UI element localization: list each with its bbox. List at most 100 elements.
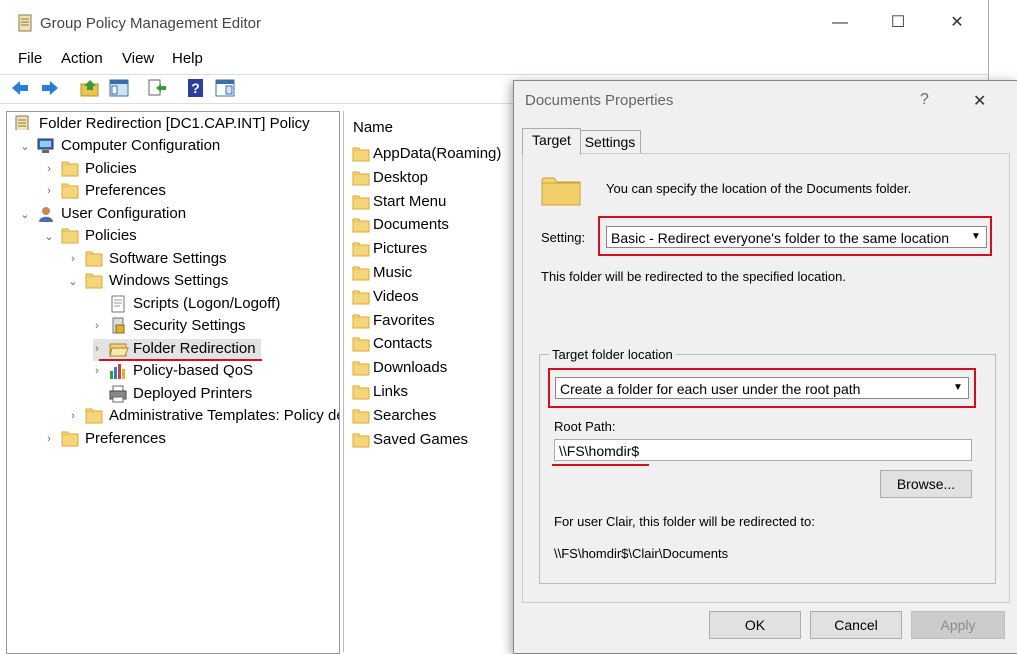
target-tab-panel: You can specify the location of the Docu… xyxy=(522,153,1010,603)
list-item-label: Contacts xyxy=(373,335,433,353)
folder-icon xyxy=(61,431,79,446)
close-button[interactable]: ✕ xyxy=(942,10,972,36)
tree-item-label: Computer Configuration xyxy=(61,137,221,154)
folder-icon xyxy=(352,266,370,281)
chevron-down-icon: ▼ xyxy=(971,231,981,242)
cancel-button[interactable]: Cancel xyxy=(810,611,902,639)
folder-icon xyxy=(352,218,370,233)
group-title: Target folder location xyxy=(549,347,676,362)
computer-icon xyxy=(37,138,54,153)
menu-view[interactable]: View xyxy=(122,50,154,67)
list-item-label: Saved Games xyxy=(373,430,469,448)
expand-chevron-icon[interactable]: › xyxy=(67,410,79,422)
folder-icon xyxy=(352,337,370,352)
tree-item-label: Policy-based QoS xyxy=(133,362,254,379)
folder-icon xyxy=(85,273,103,289)
list-item-label: Searches xyxy=(373,406,437,424)
tree-item-label: Administrative Templates: Policy de xyxy=(109,407,340,424)
folder-icon xyxy=(352,409,370,424)
console-tree: Folder Redirection [DC1.CAP.INT] Policy … xyxy=(6,111,340,654)
redirect-note: This folder will be redirected to the sp… xyxy=(541,269,846,284)
app-icon xyxy=(18,14,32,32)
details-pane: Name AppData(Roaming) Desktop Start Menu Do… xyxy=(343,111,514,652)
tree-item-folder-redirection[interactable]: › Folder Redirection xyxy=(91,338,261,361)
expand-chevron-icon[interactable]: › xyxy=(43,185,55,197)
documents-properties-dialog: Documents Properties ? ✕ Target Settings… xyxy=(513,80,1017,654)
folder-icon xyxy=(352,314,370,329)
forward-arrow-icon[interactable] xyxy=(40,78,60,98)
target-location-value: Create a folder for each user under the … xyxy=(560,381,861,397)
documents-folder-icon xyxy=(541,177,581,206)
setting-value: Basic - Redirect everyone's folder to th… xyxy=(611,230,950,246)
tab-target[interactable]: Target xyxy=(522,128,581,155)
collapse-chevron-icon[interactable]: ⌄ xyxy=(19,208,31,221)
folder-icon xyxy=(61,183,79,199)
svg-text:?: ? xyxy=(191,80,200,96)
folder-redirection-highlight xyxy=(99,359,262,361)
expand-chevron-icon[interactable]: › xyxy=(91,320,103,332)
list-item-label: Links xyxy=(373,383,409,400)
expand-chevron-icon[interactable]: › xyxy=(43,433,55,445)
browse-button[interactable]: Browse... xyxy=(880,470,972,498)
export-list-icon[interactable] xyxy=(147,78,167,98)
menu-help[interactable]: Help xyxy=(172,50,203,67)
expand-chevron-icon[interactable]: › xyxy=(91,343,103,355)
tree-item-label: Preferences xyxy=(85,182,166,199)
collapse-chevron-icon[interactable]: ⌄ xyxy=(43,230,55,243)
list-item-label: Favorites xyxy=(373,311,435,329)
menu-action[interactable]: Action xyxy=(61,50,103,67)
printer-icon xyxy=(109,385,127,402)
script-icon xyxy=(111,295,125,312)
window-title: Group Policy Management Editor xyxy=(40,15,261,32)
root-path-label: Root Path: xyxy=(554,419,616,434)
show-hide-tree-icon[interactable] xyxy=(109,78,129,98)
tree-item-label: Deployed Printers xyxy=(133,384,253,402)
tree-root-label: Folder Redirection [DC1.CAP.INT] Policy xyxy=(39,115,310,132)
tree-item-label: Software Settings xyxy=(109,249,227,267)
ok-button[interactable]: OK xyxy=(709,611,801,639)
tree-item-label: Windows Settings xyxy=(109,272,229,289)
tree-item-label: Folder Redirection xyxy=(133,339,256,357)
menu-file[interactable]: File xyxy=(18,50,42,67)
apply-button[interactable]: Apply xyxy=(911,611,1005,639)
help-icon[interactable]: ? xyxy=(186,78,206,98)
maximize-button[interactable]: ☐ xyxy=(883,10,913,36)
expand-chevron-icon[interactable]: › xyxy=(91,365,103,377)
column-header-name[interactable]: Name xyxy=(353,119,393,136)
folder-icon xyxy=(352,147,370,162)
back-arrow-icon[interactable] xyxy=(10,78,30,98)
folder-icon xyxy=(352,361,370,376)
folder-icon xyxy=(352,433,370,448)
folder-icon xyxy=(61,228,79,244)
expand-chevron-icon[interactable]: › xyxy=(43,163,55,175)
root-path-highlight xyxy=(552,464,649,466)
tree-item-label: Policies xyxy=(85,227,137,244)
list-item-label: Desktop xyxy=(373,168,429,186)
collapse-chevron-icon[interactable]: ⌄ xyxy=(19,140,31,153)
folder-icon xyxy=(352,171,370,186)
collapse-chevron-icon[interactable]: ⌄ xyxy=(67,275,79,288)
minimize-button[interactable]: — xyxy=(825,10,855,36)
list-item-label: Downloads xyxy=(373,359,448,377)
resolved-path: \\FS\homdir$\Clair\Documents xyxy=(554,546,729,561)
up-folder-icon[interactable] xyxy=(80,78,100,98)
dialog-title: Documents Properties xyxy=(525,92,674,109)
tree-item-label: Scripts (Logon/Logoff) xyxy=(133,294,281,312)
expand-chevron-icon[interactable]: › xyxy=(67,253,79,265)
target-location-dropdown[interactable]: Create a folder for each user under the … xyxy=(555,377,969,399)
folder-icon xyxy=(85,251,103,266)
folder-icon xyxy=(352,195,370,210)
tree-item-label: Preferences xyxy=(85,429,166,447)
setting-dropdown[interactable]: Basic - Redirect everyone's folder to th… xyxy=(606,226,987,248)
list-item-label: Start Menu xyxy=(373,192,447,210)
root-path-input[interactable]: \\FS\homdir$ xyxy=(554,439,972,461)
folder-icon xyxy=(352,290,370,305)
title-bar: Group Policy Management Editor — ☐ ✕ xyxy=(0,0,988,44)
properties-pane-icon[interactable] xyxy=(215,78,235,98)
tree-item-label: User Configuration xyxy=(61,204,187,222)
tree-item-label: Policies xyxy=(85,159,137,177)
help-button[interactable]: ? xyxy=(920,91,929,109)
folder-icon xyxy=(61,161,79,176)
user-icon xyxy=(39,206,53,222)
dialog-close-button[interactable]: ✕ xyxy=(973,91,986,111)
